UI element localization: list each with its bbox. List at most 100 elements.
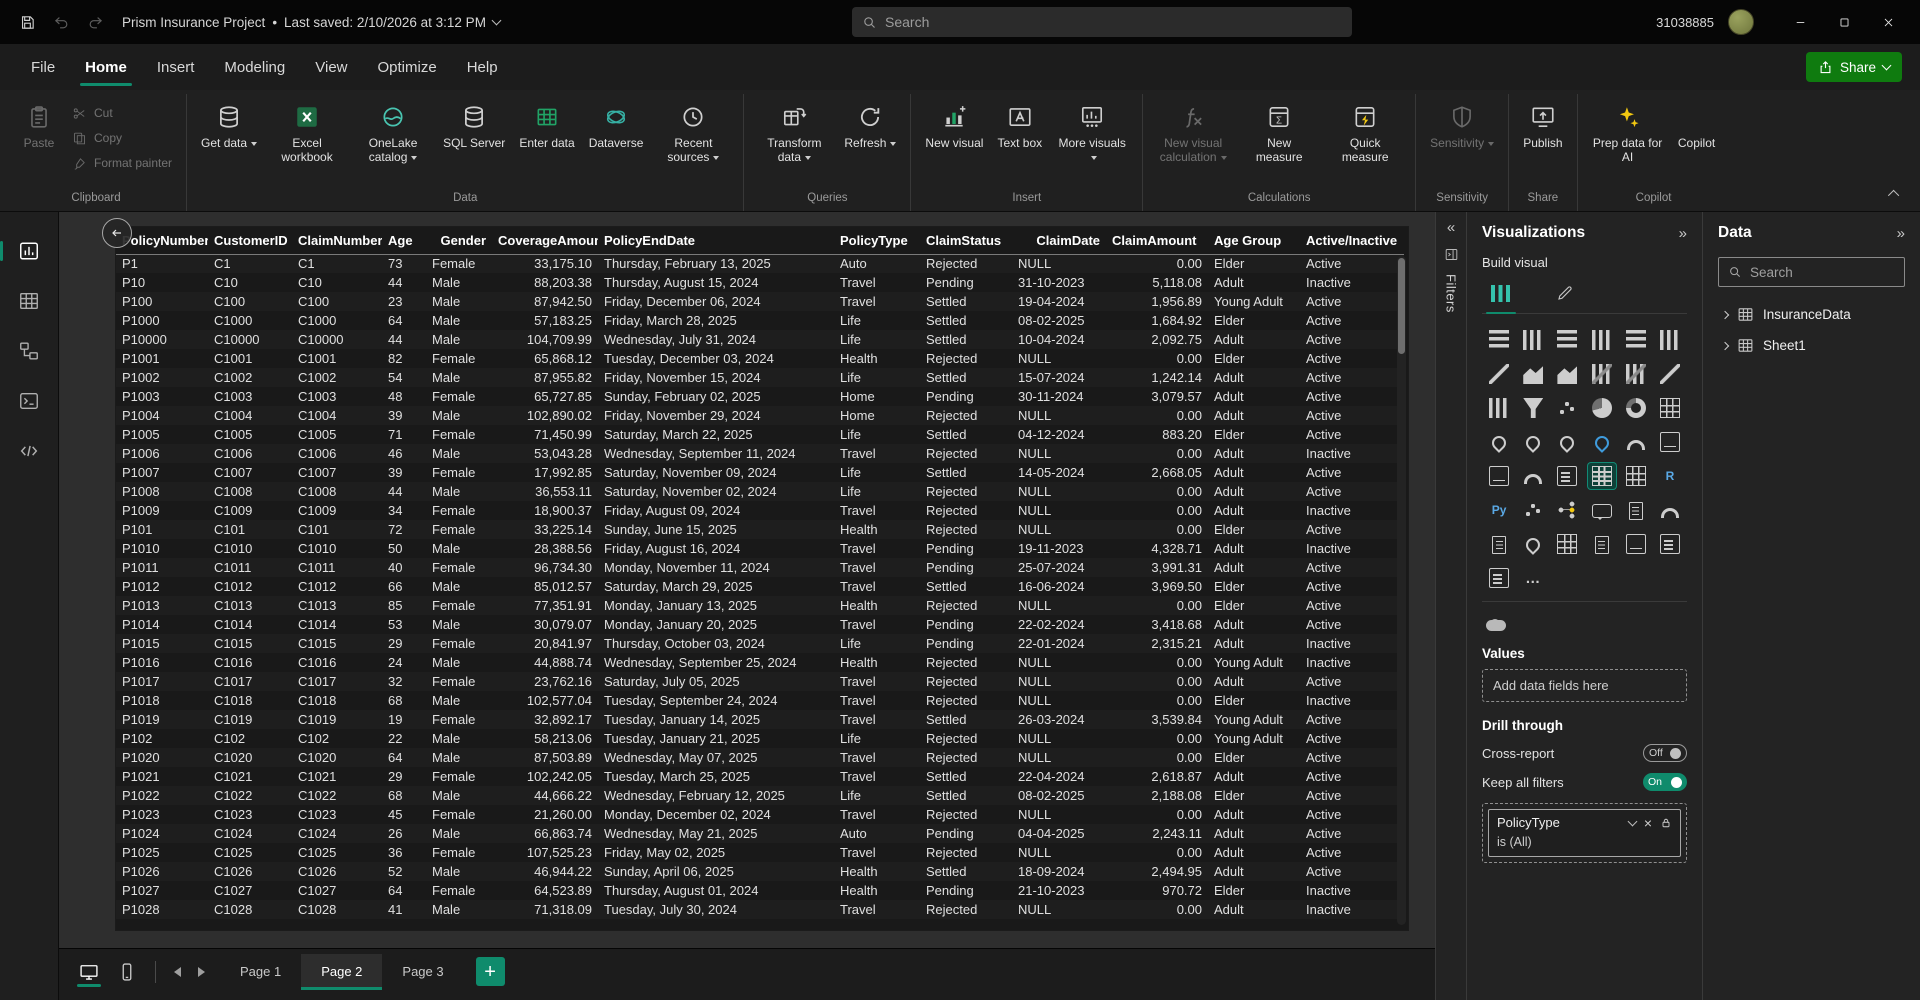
- table-row[interactable]: P1025 C1025 C1025 36 Female 107,525.23 F…: [116, 843, 1404, 862]
- key-influencers-icon[interactable]: [1519, 497, 1547, 523]
- r-script-visual-icon[interactable]: R: [1656, 463, 1684, 489]
- card-icon[interactable]: [1656, 429, 1684, 455]
- table-row[interactable]: P1017 C1017 C1017 32 Female 23,762.16 Sa…: [116, 672, 1404, 691]
- new-visual-calculation-button[interactable]: New visual calculation: [1151, 98, 1235, 168]
- filled-map-icon[interactable]: [1519, 429, 1547, 455]
- pie-chart-icon[interactable]: [1588, 395, 1616, 421]
- excel-workbook-button[interactable]: Excel workbook: [265, 98, 349, 168]
- matrix-icon[interactable]: [1622, 463, 1650, 489]
- new-card-icon[interactable]: [1622, 531, 1650, 557]
- model-view-button[interactable]: [10, 334, 48, 368]
- table-row[interactable]: P1004 C1004 C1004 39 Male 102,890.02 Fri…: [116, 406, 1404, 425]
- arcgis-map-icon[interactable]: [1519, 531, 1547, 557]
- smart-narrative-icon[interactable]: [1622, 497, 1650, 523]
- build-visual-tab[interactable]: [1484, 280, 1518, 306]
- column-header[interactable]: Active/Inactive: [1300, 227, 1404, 254]
- sensitivity-button[interactable]: Sensitivity: [1424, 98, 1500, 153]
- ribbon-tab[interactable]: Optimize: [363, 44, 452, 90]
- column-header[interactable]: CustomerID: [208, 227, 292, 254]
- copy-button[interactable]: Copy: [66, 127, 178, 149]
- chevron-down-icon[interactable]: [1627, 816, 1637, 826]
- format-visual-tab[interactable]: [1548, 280, 1582, 306]
- table-row[interactable]: P1001 C1001 C1001 82 Female 65,868.12 Tu…: [116, 349, 1404, 368]
- publish-button[interactable]: Publish: [1517, 98, 1568, 153]
- power-automate-icon[interactable]: [1588, 531, 1616, 557]
- table-row[interactable]: P102 C102 C102 22 Male 58,213.06 Tuesday…: [116, 729, 1404, 748]
- text-slicer-icon[interactable]: [1485, 565, 1513, 591]
- clustered-column-chart-icon[interactable]: [1588, 327, 1616, 353]
- table-row[interactable]: P1009 C1009 C1009 34 Female 18,900.37 Fr…: [116, 501, 1404, 520]
- table-visual[interactable]: PolicyNumberCustomerIDClaimNumberAgeGend…: [116, 227, 1408, 930]
- desktop-layout-button[interactable]: [71, 955, 107, 989]
- clustered-bar-chart-icon[interactable]: [1553, 327, 1581, 353]
- ribbon-tab[interactable]: View: [300, 44, 362, 90]
- maximize-button[interactable]: [1822, 4, 1866, 40]
- table-row[interactable]: P1011 C1011 C1011 40 Female 96,734.30 Mo…: [116, 558, 1404, 577]
- tmdl-view-button[interactable]: [10, 434, 48, 468]
- scatter-chart-icon[interactable]: [1553, 395, 1581, 421]
- ribbon-chart-icon[interactable]: [1656, 361, 1684, 387]
- column-header[interactable]: ClaimAmount: [1106, 227, 1208, 254]
- close-button[interactable]: [1866, 4, 1910, 40]
- report-canvas[interactable]: PolicyNumberCustomerIDClaimNumberAgeGend…: [59, 212, 1435, 948]
- ribbon-tab[interactable]: Insert: [142, 44, 210, 90]
- table-row[interactable]: P1003 C1003 C1003 48 Female 65,727.85 Su…: [116, 387, 1404, 406]
- power-apps-icon[interactable]: [1553, 531, 1581, 557]
- azure-map-icon[interactable]: [1588, 429, 1616, 455]
- table-row[interactable]: P1024 C1024 C1024 26 Male 66,863.74 Wedn…: [116, 824, 1404, 843]
- table-row[interactable]: P100 C100 C100 23 Male 87,942.50 Friday,…: [116, 292, 1404, 311]
- cross-report-toggle[interactable]: Off: [1643, 744, 1687, 762]
- table-row[interactable]: P1028 C1028 C1028 41 Male 71,318.09 Tues…: [116, 900, 1404, 919]
- new-visual-button[interactable]: New visual: [919, 98, 989, 153]
- global-search[interactable]: [852, 7, 1352, 37]
- table-row[interactable]: P10 C10 C10 44 Male 88,203.38 Thursday, …: [116, 273, 1404, 292]
- column-header[interactable]: PolicyType: [834, 227, 920, 254]
- prep-data-for-ai-button[interactable]: Prep data for AI: [1586, 98, 1670, 168]
- table-row[interactable]: P1 C1 C1 73 Female 33,175.10 Thursday, F…: [116, 254, 1404, 273]
- add-data-fields-well[interactable]: Add data fields here: [1482, 669, 1687, 702]
- treemap-icon[interactable]: [1656, 395, 1684, 421]
- table-row[interactable]: P1013 C1013 C1013 85 Female 77,351.91 Mo…: [116, 596, 1404, 615]
- column-header[interactable]: Gender: [426, 227, 492, 254]
- column-header[interactable]: Age: [382, 227, 426, 254]
- table-row[interactable]: P1005 C1005 C1005 71 Female 71,450.99 Sa…: [116, 425, 1404, 444]
- page-tab[interactable]: Page 2: [301, 954, 382, 990]
- table-row[interactable]: P1008 C1008 C1008 44 Male 36,553.11 Satu…: [116, 482, 1404, 501]
- search-input[interactable]: [885, 14, 1342, 30]
- area-chart-icon[interactable]: [1519, 361, 1547, 387]
- table-row[interactable]: P1020 C1020 C1020 64 Male 87,503.89 Wedn…: [116, 748, 1404, 767]
- new-slicer-icon[interactable]: [1656, 531, 1684, 557]
- dataverse-button[interactable]: Dataverse: [583, 98, 650, 153]
- new-measure-button[interactable]: New measure: [1237, 98, 1321, 168]
- 100-stacked-column-chart-icon[interactable]: [1656, 327, 1684, 353]
- redo-button[interactable]: [78, 7, 112, 37]
- table-row[interactable]: P1023 C1023 C1023 45 Female 21,260.00 Mo…: [116, 805, 1404, 824]
- ribbon-tab[interactable]: File: [16, 44, 70, 90]
- cut-button[interactable]: Cut: [66, 102, 178, 124]
- 100-stacked-bar-chart-icon[interactable]: [1622, 327, 1650, 353]
- scrollbar-thumb[interactable]: [1398, 258, 1405, 354]
- drill-up-button[interactable]: [102, 218, 132, 248]
- collapse-ribbon-button[interactable]: [1884, 185, 1906, 203]
- column-header[interactable]: ClaimNumber: [292, 227, 382, 254]
- table-row[interactable]: P1018 C1018 C1018 68 Male 102,577.04 Tue…: [116, 691, 1404, 710]
- funnel-chart-icon[interactable]: [1519, 395, 1547, 421]
- gauge-icon[interactable]: [1622, 429, 1650, 455]
- project-title-menu[interactable]: Prism Insurance Project • Last saved: 2/…: [122, 15, 500, 30]
- transform-data-button[interactable]: Transform data: [752, 98, 836, 168]
- get-data-button[interactable]: Get data: [195, 98, 263, 153]
- paginated-report-icon[interactable]: [1485, 531, 1513, 557]
- column-header[interactable]: ClaimStatus: [920, 227, 1012, 254]
- keep-all-filters-toggle[interactable]: On: [1643, 773, 1687, 791]
- multi-row-card-icon[interactable]: [1485, 463, 1513, 489]
- refresh-button[interactable]: Refresh: [838, 98, 902, 153]
- previous-page-button[interactable]: [166, 957, 188, 987]
- enter-data-button[interactable]: Enter data: [513, 98, 580, 153]
- kpi-icon[interactable]: [1519, 463, 1547, 489]
- onelake-catalog-button[interactable]: OneLake catalog: [351, 98, 435, 168]
- new-page-button[interactable]: +: [476, 957, 505, 986]
- column-header[interactable]: CoverageAmount: [492, 227, 598, 254]
- table-row[interactable]: P1012 C1012 C1012 66 Male 85,012.57 Satu…: [116, 577, 1404, 596]
- table-row[interactable]: P1022 C1022 C1022 68 Male 44,666.22 Wedn…: [116, 786, 1404, 805]
- table-row[interactable]: P1010 C1010 C1010 50 Male 28,388.56 Frid…: [116, 539, 1404, 558]
